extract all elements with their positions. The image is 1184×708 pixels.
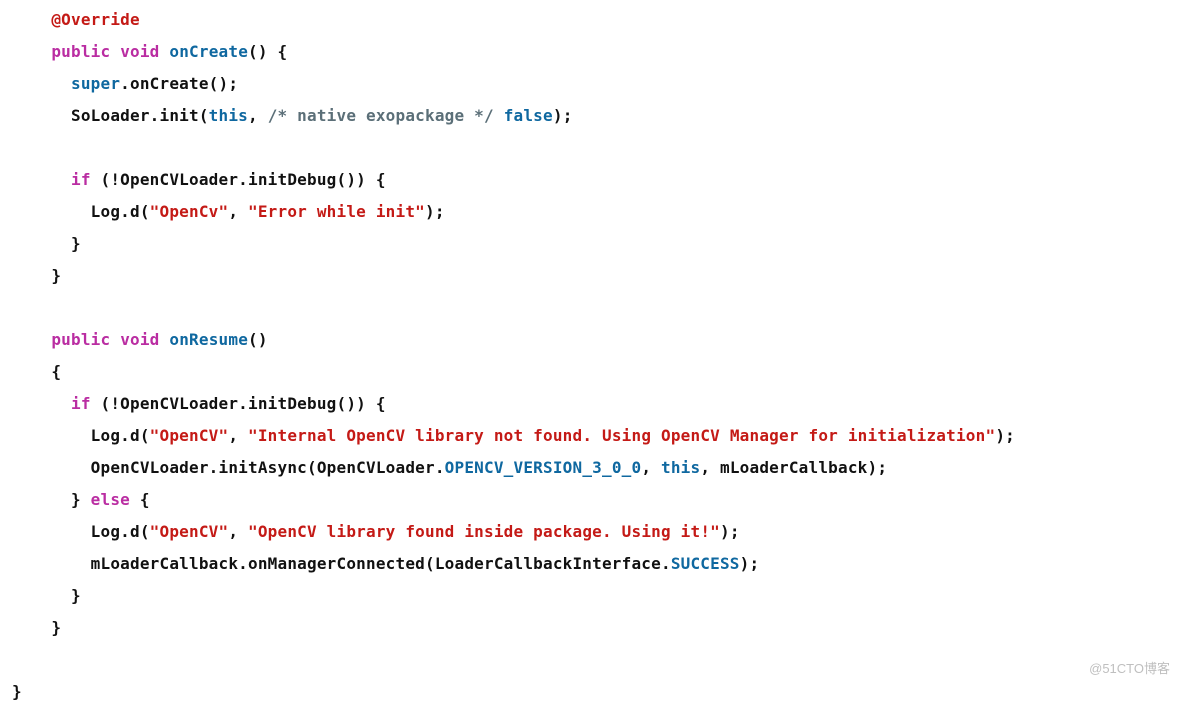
code-line: SoLoader.init(this, /* native exopackage… xyxy=(12,106,573,125)
code-line: @Override xyxy=(12,10,140,29)
code-token: } xyxy=(71,586,81,605)
code-line: mLoaderCallback.onManagerConnected(Loade… xyxy=(12,554,759,573)
code-line: OpenCVLoader.initAsync(OpenCVLoader.OPEN… xyxy=(12,458,887,477)
code-token: "Internal OpenCV library not found. Usin… xyxy=(248,426,995,445)
code-token: if xyxy=(71,170,91,189)
code-line: } xyxy=(12,234,81,253)
code-token: void xyxy=(120,42,159,61)
code-token: , mLoaderCallback); xyxy=(700,458,887,477)
code-token: { xyxy=(51,362,61,381)
code-token: ); xyxy=(720,522,740,541)
code-token: SUCCESS xyxy=(671,554,740,573)
code-line: { xyxy=(12,362,61,381)
code-token: mLoaderCallback.onManagerConnected(Loade… xyxy=(91,554,671,573)
code-line: } xyxy=(12,618,61,637)
code-token: { xyxy=(130,490,150,509)
code-token: false xyxy=(504,106,553,125)
code-token: , xyxy=(228,202,248,221)
code-token: "OpenCV library found inside package. Us… xyxy=(248,522,720,541)
code-line: if (!OpenCVLoader.initDebug()) { xyxy=(12,394,386,413)
code-line: Log.d("OpenCV", "Internal OpenCV library… xyxy=(12,426,1015,445)
code-token: ); xyxy=(553,106,573,125)
code-token: } xyxy=(71,234,81,253)
code-token: void xyxy=(120,330,159,349)
code-token: ); xyxy=(425,202,445,221)
code-token: onResume xyxy=(169,330,248,349)
code-token: "Error while init" xyxy=(248,202,425,221)
code-token: ); xyxy=(995,426,1015,445)
code-token: SoLoader.init( xyxy=(71,106,209,125)
code-line: Log.d("OpenCv", "Error while init"); xyxy=(12,202,445,221)
code-token: "OpenCv" xyxy=(150,202,229,221)
code-token: this xyxy=(661,458,700,477)
code-line: } xyxy=(12,266,61,285)
code-token: OpenCVLoader.initAsync(OpenCVLoader. xyxy=(91,458,445,477)
code-token: Log.d( xyxy=(91,202,150,221)
code-line: super.onCreate(); xyxy=(12,74,238,93)
code-token xyxy=(494,106,504,125)
code-line: public void onCreate() { xyxy=(12,42,287,61)
code-token: super xyxy=(71,74,120,93)
code-token: , xyxy=(228,522,248,541)
code-line: if (!OpenCVLoader.initDebug()) { xyxy=(12,170,386,189)
code-token: (!OpenCVLoader.initDebug()) { xyxy=(91,394,386,413)
code-token: } xyxy=(51,266,61,285)
code-line: } else { xyxy=(12,490,150,509)
code-token: , xyxy=(641,458,661,477)
code-token: } xyxy=(12,682,22,701)
code-token: public xyxy=(51,42,110,61)
code-token: .onCreate(); xyxy=(120,74,238,93)
watermark: @51CTO博客 xyxy=(1089,656,1170,682)
code-token xyxy=(110,330,120,349)
code-token: OPENCV_VERSION_3_0_0 xyxy=(445,458,642,477)
code-token: if xyxy=(71,394,91,413)
code-token: Log.d( xyxy=(91,522,150,541)
code-token xyxy=(160,330,170,349)
code-line: public void onResume() xyxy=(12,330,268,349)
code-token: @Override xyxy=(51,10,140,29)
code-token: () { xyxy=(248,42,287,61)
code-line: } xyxy=(12,586,81,605)
code-token: ); xyxy=(740,554,760,573)
code-block: @Override public void onCreate() { super… xyxy=(0,0,1184,708)
code-token: this xyxy=(209,106,248,125)
code-token: , xyxy=(228,426,248,445)
code-token: Log.d( xyxy=(91,426,150,445)
code-token xyxy=(110,42,120,61)
code-token: () xyxy=(248,330,268,349)
code-token: onCreate xyxy=(169,42,248,61)
code-token: else xyxy=(91,490,130,509)
code-token: "OpenCV" xyxy=(150,426,229,445)
code-line: } xyxy=(12,682,22,701)
code-token: } xyxy=(71,490,91,509)
code-token: } xyxy=(51,618,61,637)
code-token: public xyxy=(51,330,110,349)
code-token: , xyxy=(248,106,268,125)
code-token xyxy=(160,42,170,61)
code-token: /* native exopackage */ xyxy=(268,106,494,125)
code-line: Log.d("OpenCV", "OpenCV library found in… xyxy=(12,522,740,541)
code-token: (!OpenCVLoader.initDebug()) { xyxy=(91,170,386,189)
code-token: "OpenCV" xyxy=(150,522,229,541)
